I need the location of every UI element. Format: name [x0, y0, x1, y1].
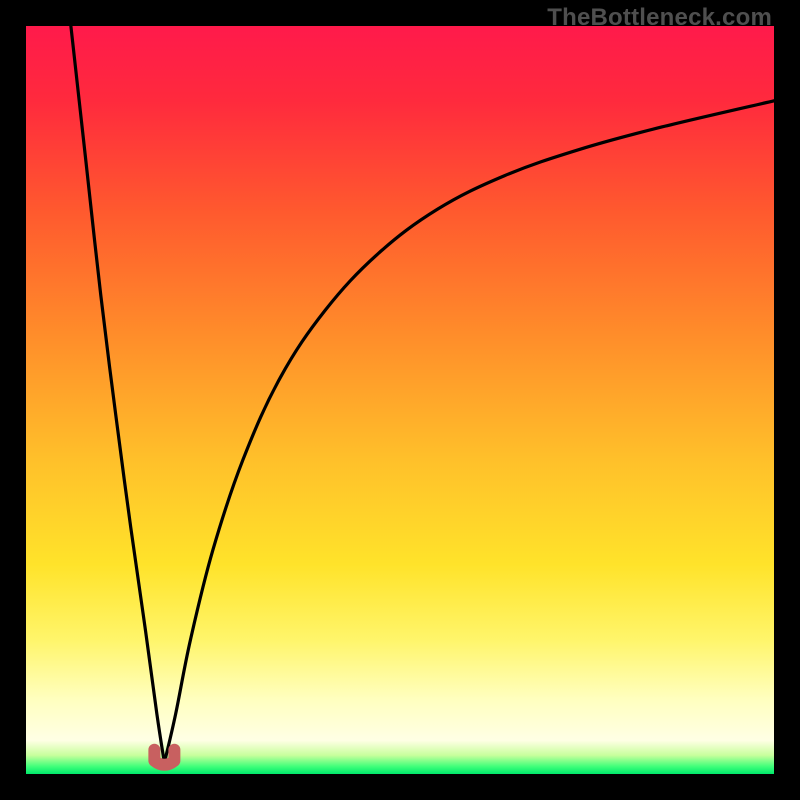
chart-frame: TheBottleneck.com — [0, 0, 800, 800]
gradient-background — [26, 26, 774, 774]
plot-area — [26, 26, 774, 774]
chart-svg — [26, 26, 774, 774]
